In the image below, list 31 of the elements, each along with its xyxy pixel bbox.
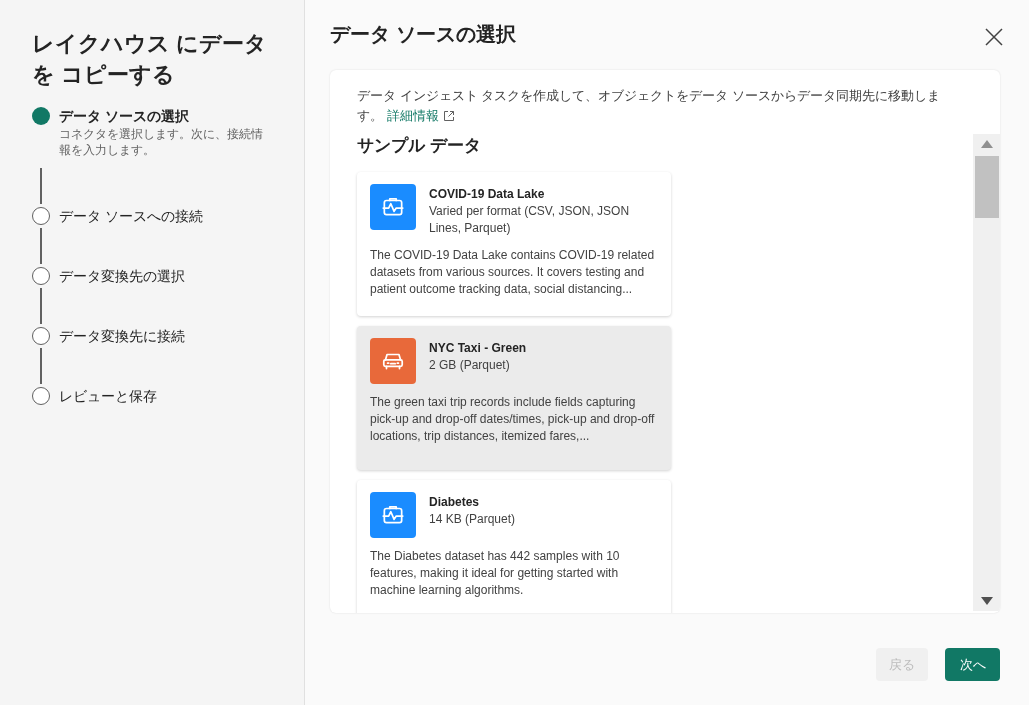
dataset-size: 2 GB (Parquet) xyxy=(429,357,511,374)
scrollbar[interactable] xyxy=(973,134,1000,611)
step-label: データ変換先の選択 xyxy=(59,267,185,286)
step-description: コネクタを選択します。次に、接続情報を入力します。 xyxy=(59,126,264,158)
step-label: データ変換先に接続 xyxy=(59,327,185,346)
dataset-name: NYC Taxi - Green xyxy=(429,340,528,357)
scroll-up-icon xyxy=(980,140,993,148)
scroll-down-icon xyxy=(980,597,993,605)
wizard-title: レイクハウス にデータを コピーする xyxy=(32,30,269,89)
dataset-card[interactable]: NYC Taxi - Green 2 GB (Parquet) The green taxi trip records include fields capturing pick-up and drop-off dates/times, pick-up and drop-off locations, trip distances, itemized fares,... xyxy=(357,326,671,470)
dataset-card[interactable] xyxy=(357,172,671,316)
next-button[interactable]: 次へ xyxy=(945,648,1000,681)
step-label: レビューと保存 xyxy=(59,387,157,406)
learn-more-link[interactable]: 詳細情報 xyxy=(386,106,455,126)
dataset-description: The COVID-19 Data Lake contains COVID-19 related datasets from various sources. It covers testing and patient outcome tracking data, social distancing... xyxy=(370,247,656,298)
dataset-name: COVID-19 Data Lake xyxy=(429,186,546,203)
step-label: データ ソースへの接続 xyxy=(59,207,203,226)
external-link-icon xyxy=(442,110,455,122)
dataset-description: The Diabetes dataset has 442 samples with 10 features, making it ideal for getting started with machine learning algorithms. xyxy=(370,548,621,599)
dataset-size: 14 KB (Parquet) xyxy=(429,511,517,528)
dataset-name: Diabetes xyxy=(429,494,481,511)
dataset-description: The green taxi trip records include fields capturing pick-up and drop-off dates/times, pick-up and drop-off locations, trip distances, itemized fares,... xyxy=(370,394,656,445)
dataset-card[interactable]: Diabetes 14 KB (Parquet) The Diabetes dataset has 442 samples with 10 features, making it ideal for getting started with machine learning algorithms. xyxy=(357,480,671,613)
step-label: データ ソースの選択 xyxy=(59,107,190,126)
intro-text: データ インジェスト タスクを作成して、オブジェクトをデータ ソースからデータ同期先に移動します。 詳細情報 xyxy=(330,70,980,126)
dialog-title: データ ソースの選択 xyxy=(330,22,516,47)
close-icon xyxy=(985,28,1003,46)
close-button[interactable] xyxy=(983,26,1005,48)
section-title: サンプル データ xyxy=(357,135,482,157)
dataset-size: Varied per format (CSV, JSON, JSON Lines, Parquet) xyxy=(429,203,631,237)
scrollbar-thumb[interactable] xyxy=(974,156,999,218)
